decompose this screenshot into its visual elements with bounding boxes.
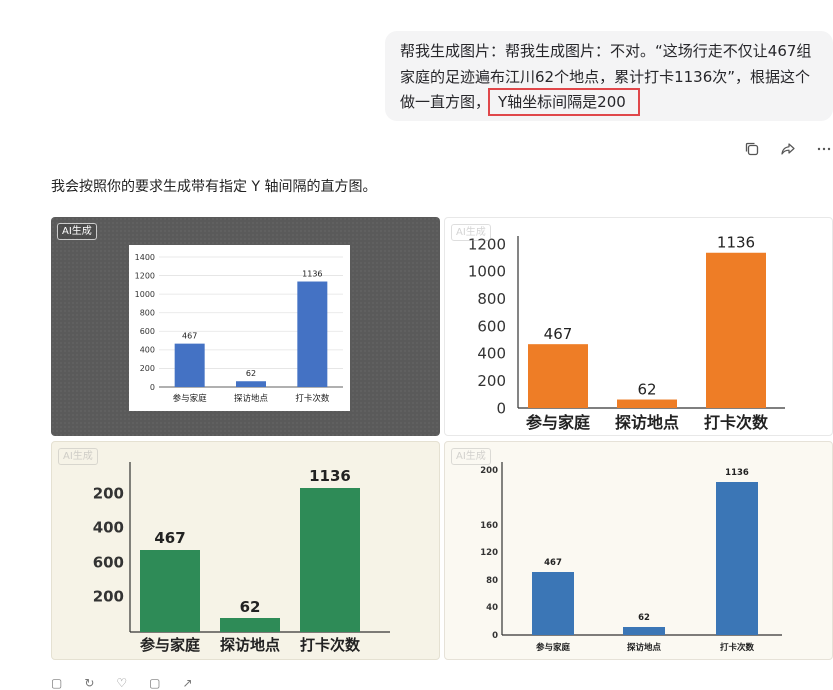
y-tick-label: 400	[140, 346, 155, 355]
y-tick-label: 80	[486, 576, 498, 586]
y-tick-label: 600	[140, 327, 155, 336]
copy-icon[interactable]	[743, 140, 761, 158]
y-tick-label: 200	[477, 372, 506, 390]
like-icon[interactable]: ♡	[116, 676, 127, 690]
y-tick-label: 0	[492, 631, 498, 641]
data-label: 467	[544, 558, 562, 568]
data-label: 62	[240, 598, 261, 616]
y-tick-label: 40	[486, 603, 498, 613]
category-label: 探访地点	[627, 642, 662, 653]
data-label: 467	[154, 529, 185, 547]
y-tick-label: 1000	[468, 263, 506, 281]
category-label: 探访地点	[220, 636, 280, 654]
y-tick-label: 0	[496, 399, 506, 417]
highlighted-text: Y轴坐标间隔是200	[488, 88, 640, 116]
bar	[623, 627, 665, 635]
data-label: 1136	[309, 467, 351, 485]
message-actions	[743, 140, 833, 158]
y-tick-label: 800	[140, 309, 155, 318]
data-label: 62	[637, 381, 656, 399]
y-tick-label: 200	[93, 484, 124, 502]
y-tick-label: 1400	[135, 253, 155, 262]
y-tick-label: 400	[477, 345, 506, 363]
data-label: 1136	[717, 234, 755, 252]
ai-badge: AI生成	[58, 448, 98, 465]
category-label: 打卡次数	[300, 636, 361, 654]
more-icon[interactable]	[815, 140, 833, 158]
y-tick-label: 0	[150, 383, 155, 392]
y-tick-label: 120	[480, 548, 498, 558]
bar	[220, 618, 280, 632]
bar	[528, 344, 588, 408]
category-label: 探访地点	[615, 413, 679, 432]
bar-chart-3: 200 400 600 200 467 参与家庭 62 探访地点 1136 打卡次数	[93, 462, 390, 654]
data-label: 62	[638, 613, 650, 623]
category-label: 参与家庭	[526, 413, 590, 432]
bar	[716, 482, 758, 635]
category-label: 打卡次数	[720, 642, 755, 653]
user-message-bubble: 帮我生成图片：帮我生成图片：不对。“这场行走不仅让467组家庭的足迹遍布江川62…	[385, 31, 833, 121]
y-tick-label: 600	[477, 317, 506, 335]
regenerate-icon[interactable]: ↻	[84, 676, 94, 690]
category-label: 参与家庭	[173, 393, 208, 404]
data-label: 1136	[302, 270, 322, 279]
dislike-icon[interactable]: ▢	[149, 676, 160, 690]
category-label: 打卡次数	[295, 393, 330, 404]
y-tick-label: 1200	[135, 271, 155, 280]
bar-chart-4: 0 40 80 120 160 200 467 参与家庭 62 探访地点 1136 打卡次数	[480, 462, 782, 653]
bar-chart-1: 0 200 400 600 800 1000 1200 1400 467 参与家庭 62 探访地点 11…	[129, 245, 350, 411]
data-label: 62	[246, 369, 256, 378]
ai-badge: AI生成	[451, 224, 491, 241]
bar	[174, 343, 205, 387]
bar	[236, 381, 266, 387]
category-label: 打卡次数	[704, 413, 769, 432]
share-icon[interactable]	[779, 140, 797, 158]
data-label: 1136	[725, 468, 749, 478]
y-tick-label: 160	[480, 521, 498, 531]
category-label: 参与家庭	[140, 636, 201, 654]
y-tick-label: 400	[93, 518, 124, 536]
y-tick-label: 200	[480, 466, 498, 476]
generated-image-2[interactable]: 0 200 400 600 800 1000 1200 467 参与家庭 62 探访地点 1136 打卡…	[444, 217, 833, 436]
generated-image-4[interactable]: 0 40 80 120 160 200 467 参与家庭 62 探访地点 1136 打卡次数 AI生成	[444, 441, 833, 660]
bar	[532, 572, 574, 635]
ai-badge: AI生成	[57, 223, 97, 240]
y-tick-label: 600	[93, 553, 124, 571]
bar-chart-2: 020040060080010001200467参与家庭62探访地点1136打卡…	[468, 234, 785, 432]
data-label: 467	[544, 325, 573, 343]
y-tick-label: 1000	[135, 290, 155, 299]
category-label: 参与家庭	[536, 642, 571, 653]
bar	[140, 550, 200, 632]
share-icon[interactable]: ↗	[183, 676, 193, 690]
ai-badge: AI生成	[451, 448, 491, 465]
y-tick-label: 200	[93, 587, 124, 605]
data-label: 467	[182, 332, 197, 341]
bar	[300, 488, 360, 632]
generated-image-1[interactable]: 0 200 400 600 800 1000 1200 1400 467 参与家庭 62 探访地点 11…	[51, 217, 440, 436]
bar	[706, 252, 766, 408]
generated-image-3[interactable]: 200 400 600 200 467 参与家庭 62 探访地点 1136 打卡次数 AI生成	[51, 441, 440, 660]
assistant-reply: 我会按照你的要求生成带有指定 Y 轴间隔的直方图。	[51, 179, 377, 195]
y-tick-label: 200	[140, 364, 155, 373]
category-label: 探访地点	[234, 393, 269, 404]
bottom-actions: ▢ ↻ ♡ ▢ ↗	[51, 676, 193, 690]
copy-icon[interactable]: ▢	[51, 676, 62, 690]
y-tick-label: 800	[477, 290, 506, 308]
bar	[617, 399, 677, 408]
bar	[297, 281, 328, 387]
